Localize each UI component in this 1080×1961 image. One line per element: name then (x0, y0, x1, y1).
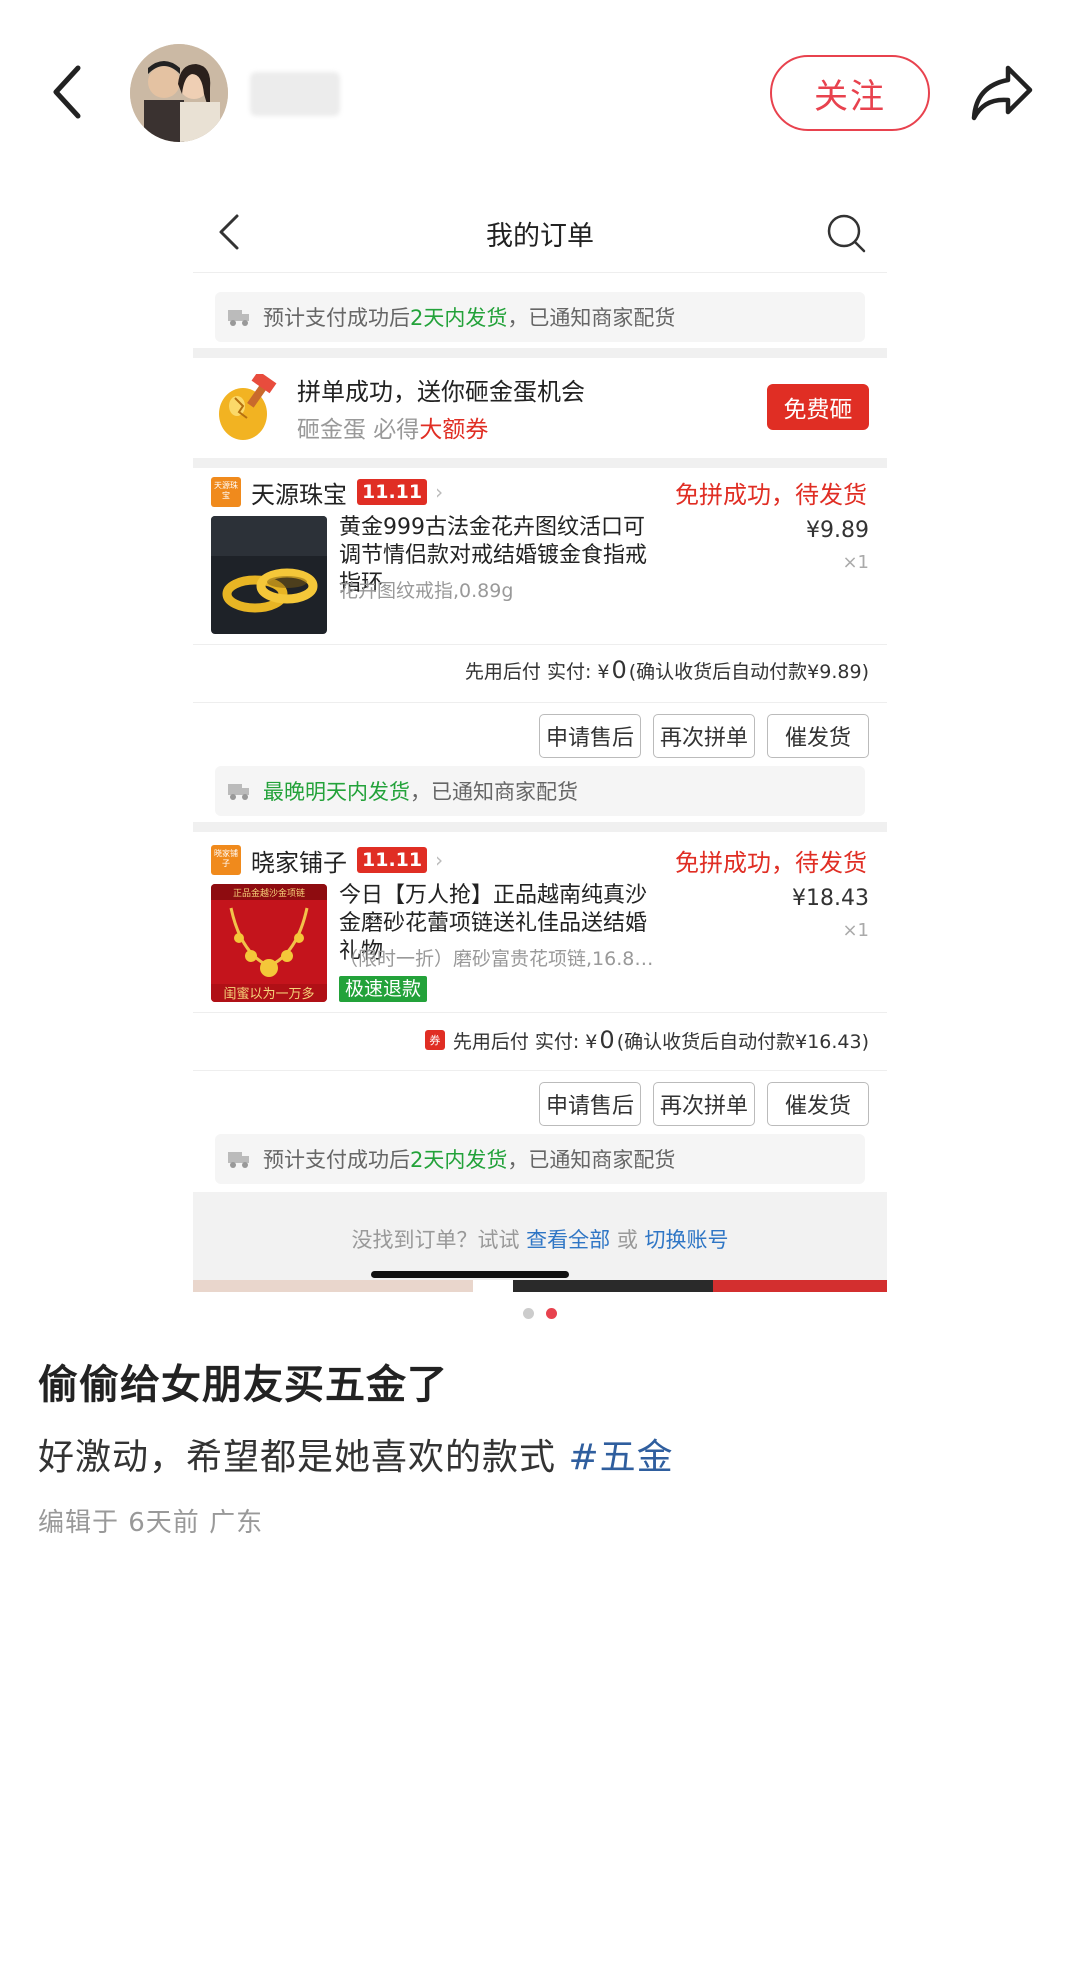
post-title: 偷偷给女朋友买五金了 (38, 1362, 448, 1408)
switch-account-link[interactable]: 切换账号 (645, 1228, 729, 1252)
product-quantity: ×1 (842, 920, 869, 941)
post-body: 好激动，希望都是她喜欢的款式 #五金 (38, 1437, 674, 1478)
reorder-button[interactable]: 再次拼单 (653, 1082, 755, 1126)
payment-summary: 先用后付 实付: ¥0 (确认收货后自动付款¥9.89) (464, 656, 869, 684)
order-status: 免拼成功，待发货 (675, 480, 867, 509)
section-gap (193, 822, 887, 832)
chevron-right-icon: › (435, 480, 444, 504)
double-eleven-tag: 11.11 (357, 847, 428, 873)
search-icon[interactable] (825, 212, 867, 254)
shipping-notice: 最晚明天内发货 ，已通知商家配货 (215, 766, 865, 816)
home-indicator (371, 1271, 569, 1278)
nav-bar: 我的订单 (193, 190, 887, 272)
follow-button[interactable]: 关注 (770, 55, 930, 131)
share-icon[interactable] (968, 62, 1036, 124)
after-sales-button[interactable]: 申请售后 (539, 1082, 641, 1126)
username-blurred (250, 72, 340, 116)
order-actions: 申请售后 再次拼单 催发货 (539, 714, 869, 758)
back-icon[interactable] (48, 62, 88, 122)
shop-header[interactable]: 晓家铺子 晓家铺子 11.11 › 免拼成功，待发货 (211, 840, 867, 880)
hashtag-link[interactable]: #五金 (568, 1437, 673, 1478)
product-price: ¥9.89 (806, 518, 869, 543)
egg-subtitle: 砸金蛋 必得大额券 (297, 417, 489, 443)
egg-title: 拼单成功，送你砸金蛋机会 (297, 378, 585, 406)
urge-shipment-button[interactable]: 催发货 (767, 1082, 869, 1126)
carousel-dot-active[interactable] (546, 1308, 557, 1319)
after-sales-button[interactable]: 申请售后 (539, 714, 641, 758)
footer-text: 没找到订单？试试 查看全部 或 切换账号 (351, 1228, 729, 1252)
divider (193, 1012, 887, 1013)
shipping-notice: 预计支付成功后 2天内发货 ，已通知商家配货 (215, 292, 865, 342)
divider (193, 702, 887, 703)
reorder-button[interactable]: 再次拼单 (653, 714, 755, 758)
product-image[interactable] (211, 516, 327, 634)
avatar[interactable] (130, 44, 228, 142)
product-image[interactable]: 正品金越沙金项链 闺蜜以为一万多 (211, 884, 327, 1002)
shop-header[interactable]: 天源珠宝 天源珠宝 11.11 › 免拼成功，待发货 (211, 472, 867, 512)
chevron-right-icon: › (435, 848, 444, 872)
shop-name: 晓家铺子 (251, 848, 347, 877)
shop-name: 天源珠宝 (251, 480, 347, 509)
nav-title: 我的订单 (486, 221, 594, 252)
truck-icon (228, 1152, 249, 1168)
coupon-icon: 券 (424, 1030, 445, 1050)
order-status: 免拼成功，待发货 (675, 848, 867, 877)
product-quantity: ×1 (842, 552, 869, 573)
urge-shipment-button[interactable]: 催发货 (767, 714, 869, 758)
product-spec: （限时一折）磨砂富贵花项链,16.8… (339, 948, 654, 970)
post-header: 关注 (0, 0, 1080, 190)
truck-icon (228, 784, 249, 800)
bottom-strip (193, 1280, 887, 1292)
carousel-dot[interactable] (523, 1308, 534, 1319)
post-meta: 编辑于 6天前 广东 (38, 1508, 264, 1538)
free-smash-button[interactable]: 免费砸 (767, 384, 869, 430)
product-image-banner: 正品金越沙金项链 (233, 887, 305, 899)
product-spec: 花卉图纹戒指,0.89g (339, 580, 514, 602)
shop-logo: 天源珠宝 (211, 477, 241, 507)
double-eleven-tag: 11.11 (357, 479, 428, 505)
carousel-dots (0, 1308, 1080, 1319)
section-gap (193, 348, 887, 358)
product-price: ¥18.43 (792, 886, 869, 911)
divider (193, 1070, 887, 1071)
fast-refund-tag: 极速退款 (339, 976, 428, 1002)
shop-logo: 晓家铺子 (211, 845, 241, 875)
shipping-notice: 预计支付成功后 2天内发货 ，已通知商家配货 (215, 1134, 865, 1184)
view-all-link[interactable]: 查看全部 (526, 1228, 610, 1252)
payment-summary: 券先用后付 实付: ¥0 (确认收货后自动付款¥16.43) (424, 1026, 869, 1054)
product-image-caption: 闺蜜以为一万多 (223, 986, 314, 1002)
truck-icon (228, 310, 249, 326)
golden-egg-card[interactable]: 拼单成功，送你砸金蛋机会 砸金蛋 必得大额券 免费砸 (193, 358, 887, 458)
section-gap (193, 458, 887, 468)
golden-egg-icon (215, 370, 281, 442)
order-actions: 申请售后 再次拼单 催发货 (539, 1082, 869, 1126)
divider (193, 644, 887, 645)
